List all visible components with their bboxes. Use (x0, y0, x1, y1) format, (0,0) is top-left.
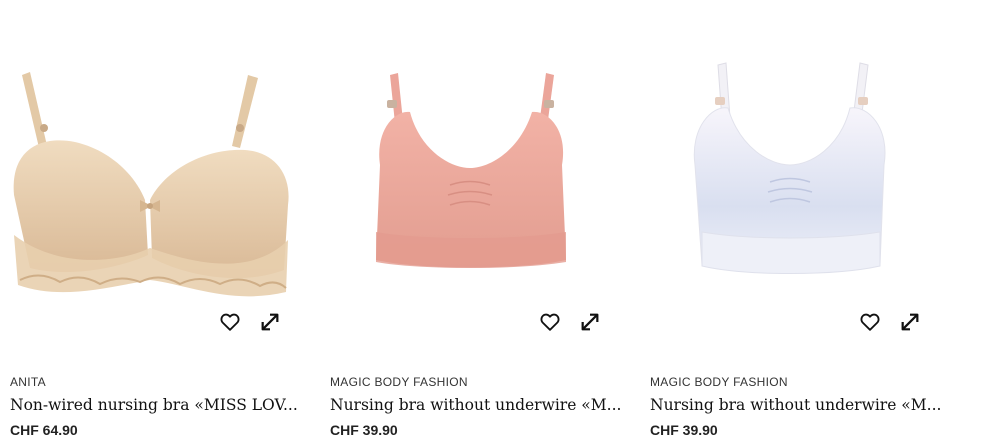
product-actions (640, 309, 940, 335)
product-brand: ANITA (10, 375, 46, 389)
product-image[interactable] (320, 0, 620, 300)
product-actions (320, 309, 620, 335)
product-title[interactable]: Nursing bra without underwire «M... (330, 396, 630, 414)
product-brand: MAGIC BODY FASHION (650, 375, 788, 389)
heart-icon (860, 313, 880, 331)
product-card[interactable]: ANITA Non-wired nursing bra «MISS LOV...… (0, 0, 300, 445)
product-card[interactable]: MAGIC BODY FASHION Nursing bra without u… (640, 0, 941, 445)
product-actions (0, 309, 300, 335)
heart-icon (540, 313, 560, 331)
white-blue-seamless-bra-image (693, 62, 886, 274)
favorite-button[interactable] (857, 309, 883, 335)
product-title[interactable]: Non-wired nursing bra «MISS LOV... (10, 396, 310, 414)
product-grid: ANITA Non-wired nursing bra «MISS LOV...… (0, 0, 1006, 445)
product-title[interactable]: Nursing bra without underwire «M... (650, 396, 950, 414)
quick-view-button[interactable] (257, 309, 283, 335)
expand-arrows-icon (261, 313, 279, 331)
expand-arrows-icon (581, 313, 599, 331)
heart-icon (220, 313, 240, 331)
product-price: CHF 64.90 (10, 422, 78, 438)
favorite-button[interactable] (537, 309, 563, 335)
product-brand: MAGIC BODY FASHION (330, 375, 468, 389)
expand-arrows-icon (901, 313, 919, 331)
product-image[interactable] (640, 0, 940, 300)
favorite-button[interactable] (217, 309, 243, 335)
quick-view-button[interactable] (897, 309, 923, 335)
product-price: CHF 39.90 (650, 422, 718, 438)
pink-seamless-bra-image (376, 73, 566, 268)
quick-view-button[interactable] (577, 309, 603, 335)
product-image[interactable] (0, 0, 300, 300)
product-price: CHF 39.90 (330, 422, 398, 438)
product-card[interactable]: MAGIC BODY FASHION Nursing bra without u… (320, 0, 621, 445)
beige-lace-bra-image (13, 72, 289, 297)
